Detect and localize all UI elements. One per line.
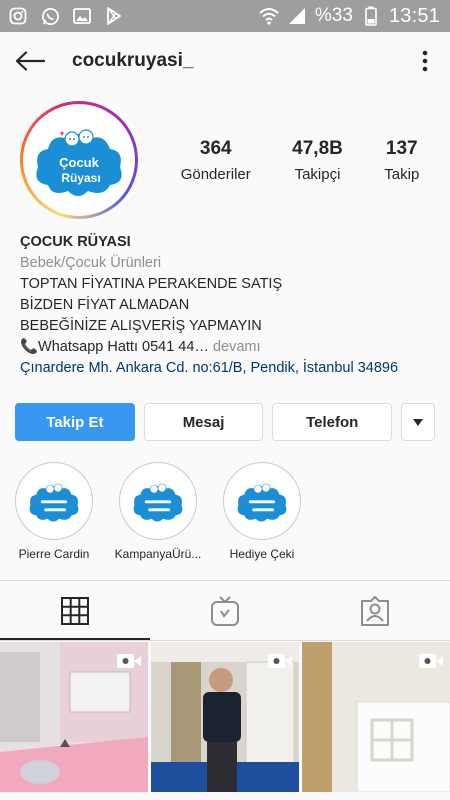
following-label: Takip [384,166,420,183]
divider [0,640,450,641]
bio-category: Bebek/Çocuk Ürünleri [20,255,162,271]
followers-count: 47,8B [292,138,343,159]
following-count: 137 [385,138,418,159]
highlight-item[interactable]: Pierre Cardin [10,462,98,561]
bio-address-link[interactable]: Çınardere Mh. Ankara Cd. no:61/B, Pendik… [20,358,440,379]
profile-tabs [0,581,450,640]
top-app-bar: cocukruyasi_ [0,32,450,90]
whatsapp-icon [40,6,60,26]
igtv-icon [211,595,239,626]
tab-igtv[interactable] [150,581,300,640]
stat-posts[interactable]: 364 Gönderiler [181,138,251,183]
video-icon [268,654,292,668]
play-store-icon [104,6,124,26]
highlight-label: KampanyaÜrü... [114,547,202,561]
instagram-icon [8,6,28,26]
bio-more-link[interactable]: devamı [209,339,261,355]
status-bar: %33 13:51 [0,0,450,32]
image-icon [72,6,92,26]
video-icon [419,654,443,668]
story-highlights: Pierre Cardin KampanyaÜrü... Hediye Çeki [10,462,306,561]
stat-followers[interactable]: 47,8B Takipçi [292,138,343,183]
caret-down-icon [413,418,424,426]
logo-text-bottom: Rüyası [61,171,100,185]
clock: 13:51 [388,4,440,27]
message-button[interactable]: Mesaj [143,403,264,441]
profile-avatar[interactable]: Çocuk Rüyası [20,101,138,219]
bio-line: BEBEĞİNİZE ALIŞVERİŞ YAPMAYIN [20,318,262,334]
wifi-icon [259,6,279,26]
highlight-logo-image [124,467,192,535]
back-arrow-icon [15,51,45,71]
logo-text-top: Çocuk [59,155,100,170]
highlight-item[interactable]: KampanyaÜrü... [114,462,202,561]
profile-stats: 364 Gönderiler 47,8B Takipçi 137 Takip [160,138,440,183]
post-thumbnail[interactable] [151,642,299,792]
phone-button[interactable]: Telefon [272,403,393,441]
bio-name: ÇOCUK RÜYASI [20,234,131,250]
grid-icon [61,596,89,625]
video-icon [117,654,141,668]
battery-percent: %33 [314,5,353,26]
highlight-logo-image [20,467,88,535]
bio-whatsapp: 📞Whatsapp Hattı 0541 44… [20,339,209,355]
tab-tagged[interactable] [300,581,450,640]
highlight-item[interactable]: Hediye Çeki [218,462,306,561]
profile-username: cocukruyasi_ [72,50,194,71]
post-thumbnail[interactable] [0,642,148,792]
stat-following[interactable]: 137 Takip [384,138,419,183]
follow-button[interactable]: Takip Et [15,403,135,441]
highlight-logo-image [228,467,296,535]
more-options-button[interactable] [410,41,440,81]
followers-label: Takipçi [294,166,341,183]
battery-icon [361,6,381,26]
back-button[interactable] [10,41,50,81]
bio-whatsapp-line: 📞Whatsapp Hattı 0541 44… devamı [20,337,440,358]
bio-line: BİZDEN FİYAT ALMADAN [20,297,190,313]
highlight-label: Pierre Cardin [18,547,90,561]
posts-count: 364 [199,138,232,159]
tagged-icon [361,595,389,626]
more-vertical-icon [422,50,428,72]
post-thumbnail[interactable] [302,642,450,792]
signal-icon [287,6,307,26]
highlight-label: Hediye Çeki [229,547,295,561]
posts-grid [0,642,450,792]
logo-image: Çocuk Rüyası [28,109,130,211]
profile-actions: Takip Et Mesaj Telefon [15,403,436,441]
profile-bio: ÇOCUK RÜYASI Bebek/Çocuk Ürünleri TOPTAN… [20,232,440,379]
bio-line: TOPTAN FİYATINA PERAKENDE SATIŞ [20,276,283,292]
suggested-dropdown-button[interactable] [401,403,436,441]
tab-grid[interactable] [0,581,150,640]
posts-label: Gönderiler [180,166,251,183]
